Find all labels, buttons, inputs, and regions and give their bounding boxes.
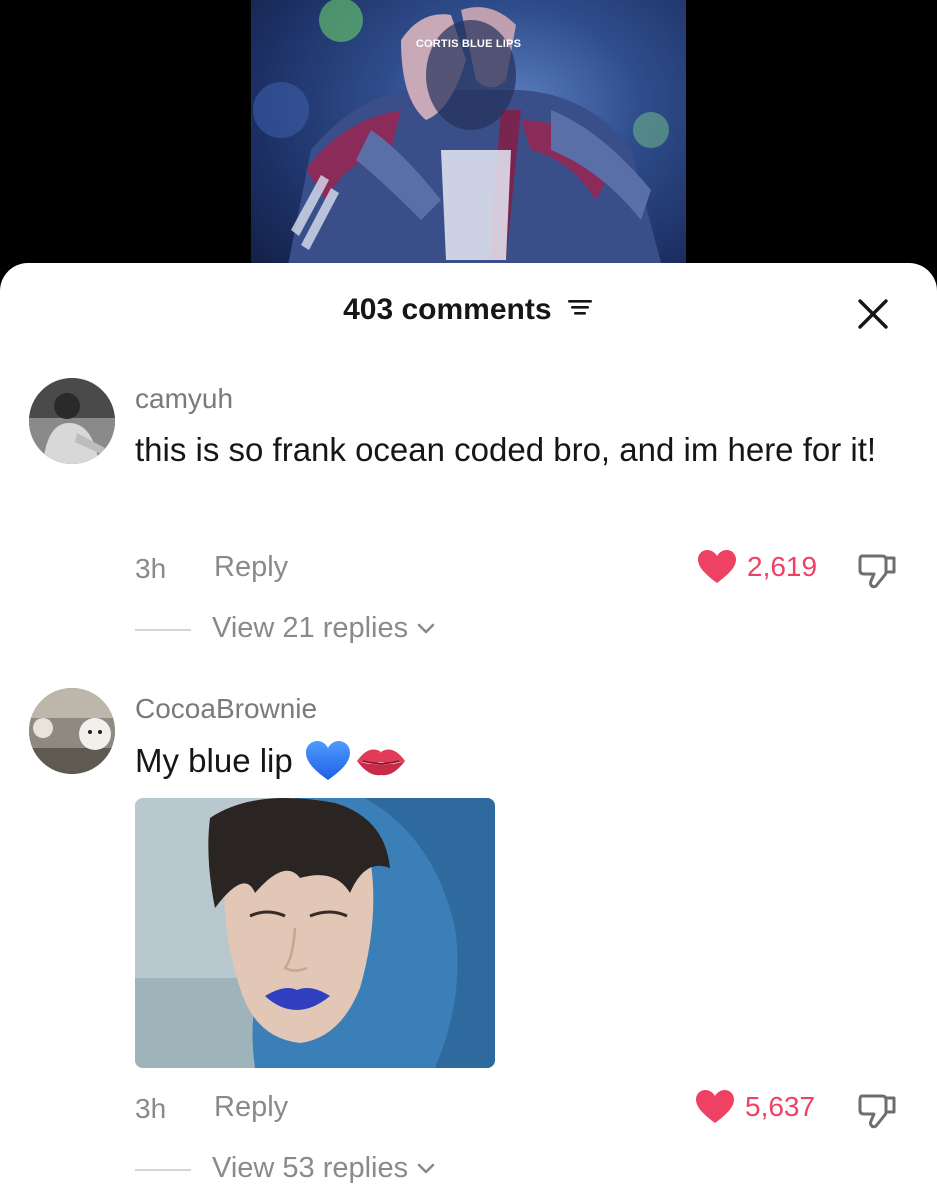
comments-sheet: 403 comments camyuh this is so frank oce… [0,263,937,1200]
replies-divider [135,1169,191,1171]
lips-icon [356,749,405,776]
like-button[interactable]: 2,619 [697,549,817,585]
comments-header: 403 comments [0,263,937,363]
view-replies-button[interactable]: View 53 replies [212,1152,436,1185]
comment-text: this is so frank ocean coded bro, and im… [135,431,877,468]
avatar[interactable] [29,378,115,464]
thumbs-down-icon [858,1094,896,1129]
chevron-down-icon [417,1163,435,1173]
like-button[interactable]: 5,637 [695,1089,815,1125]
close-icon [858,299,888,329]
dislike-button[interactable] [856,550,900,590]
video-area: CORTIS BLUE LIPS [0,0,937,300]
like-count: 5,637 [745,1091,816,1122]
comment-text: My blue lip [135,735,905,787]
comment-text-content: My blue lip [135,742,293,779]
close-button[interactable] [856,297,890,331]
comments-count: 403 comments [343,293,552,326]
thumbs-down-icon [858,554,896,589]
comments-count-row: 403 comments [0,293,937,327]
video-player[interactable]: CORTIS BLUE LIPS [251,0,686,300]
comment-timestamp: 3h [135,553,167,584]
reply-button[interactable]: Reply [214,551,288,584]
heart-icon [696,1090,734,1123]
heart-icon [698,550,736,583]
dislike-button[interactable] [856,1090,900,1130]
comment-timestamp: 3h [135,1093,167,1124]
chevron-down-icon [417,623,435,633]
video-caption: CORTIS BLUE LIPS [415,38,522,50]
reply-button[interactable]: Reply [214,1091,288,1124]
avatar[interactable] [29,688,115,774]
comment-attached-image[interactable] [135,798,495,1068]
sort-filter-icon[interactable] [566,292,594,326]
comment-username[interactable]: CocoaBrownie [135,693,317,725]
view-replies-button[interactable]: View 21 replies [212,612,436,645]
like-count: 2,619 [747,551,818,582]
view-replies-label: View 21 replies [212,612,409,644]
view-replies-label: View 53 replies [212,1152,409,1184]
replies-divider [135,629,191,631]
blue-heart-icon [305,741,350,780]
comment-username[interactable]: camyuh [135,383,233,415]
